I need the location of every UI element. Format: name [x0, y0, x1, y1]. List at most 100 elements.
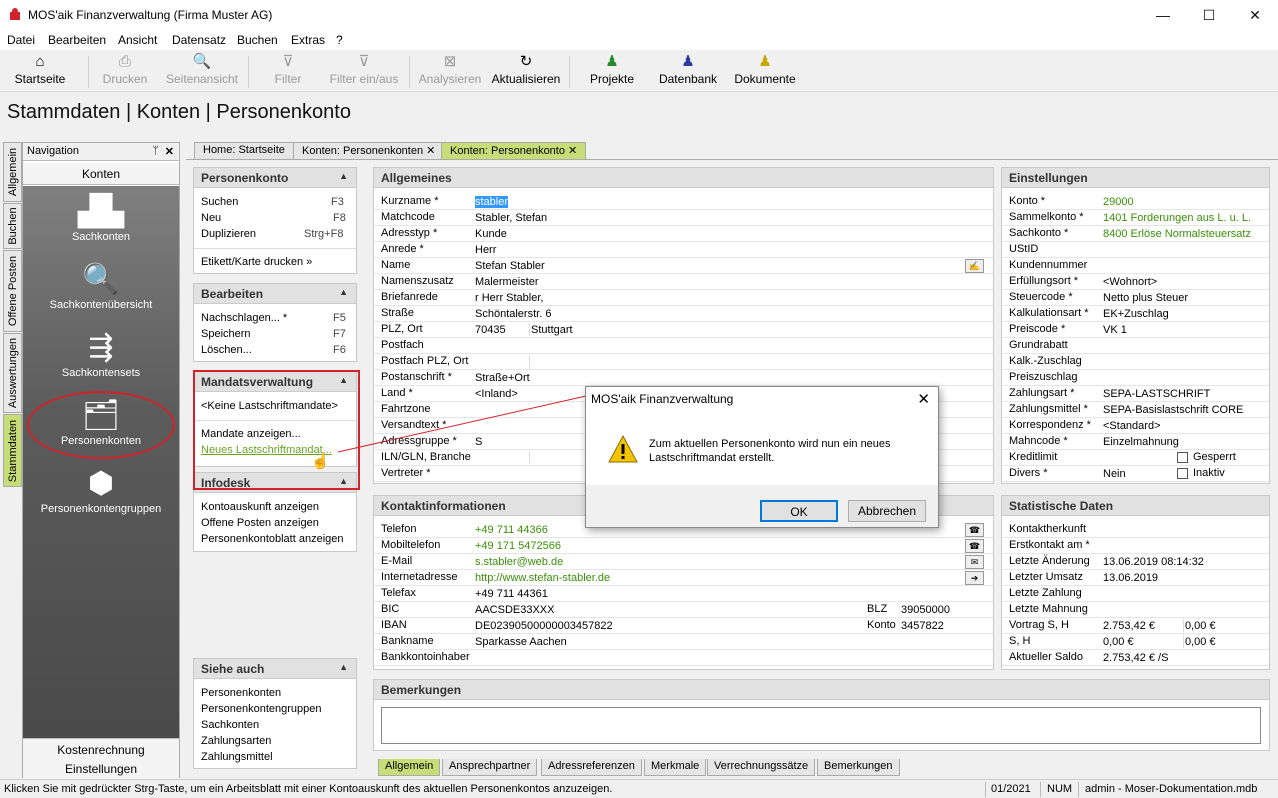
field-value[interactable]: Stuttgart [529, 322, 961, 337]
menu-ansicht[interactable]: Ansicht [118, 33, 157, 47]
field-value[interactable] [473, 450, 527, 465]
field-value[interactable] [529, 354, 961, 369]
field-value[interactable]: Sparkasse Aachen [473, 634, 963, 649]
minimize-button[interactable]: — [1140, 0, 1186, 30]
speichern-action[interactable]: Speichern F7 [201, 328, 346, 340]
nav-item-sachkonten[interactable]: ▟▙ Sachkonten [23, 193, 179, 243]
field-value[interactable] [1101, 450, 1173, 465]
nav-item-sachkontensets[interactable]: ⇶ Sachkontensets [23, 329, 179, 379]
field-value[interactable]: EK+Zuschlag [1101, 306, 1261, 321]
field-value[interactable]: Malermeister [473, 274, 963, 289]
field-value[interactable]: DE02390500000003457822 [473, 618, 861, 633]
nachschlagen-action[interactable]: Nachschlagen... * F5 [201, 312, 346, 324]
etikett-drucken-action[interactable]: Etikett/Karte drucken » [201, 256, 312, 268]
field-value[interactable]: Straße+Ort [473, 370, 963, 385]
field-action-button[interactable]: ➔ [965, 571, 984, 585]
menu-extras[interactable]: Extras [291, 33, 325, 47]
menu-bearbeiten[interactable]: Bearbeiten [48, 33, 106, 47]
duplizieren-action[interactable]: Duplizieren Strg+F8 [201, 228, 343, 240]
field-value[interactable]: 2.753,42 € /S [1101, 650, 1261, 665]
btab-ansprechpartner[interactable]: Ansprechpartner [442, 759, 538, 776]
menu-buchen[interactable]: Buchen [237, 33, 278, 47]
siehe-zahlungsarten-link[interactable]: Zahlungsarten [201, 735, 271, 747]
checkbox[interactable] [1177, 452, 1188, 463]
menu-datensatz[interactable]: Datensatz [172, 33, 226, 47]
close-icon[interactable]: ✕ [165, 145, 174, 158]
field-action-button[interactable]: ✉ [965, 555, 984, 569]
field-value[interactable]: 70435 [473, 322, 527, 337]
field-value[interactable]: +49 171 5472566 [473, 538, 963, 553]
field-value[interactable]: <Standard> [1101, 418, 1261, 433]
dialog-close-icon[interactable]: ✕ [917, 390, 930, 408]
nav-konten-button[interactable]: Konten [23, 163, 179, 185]
field-value[interactable]: Kunde [473, 226, 963, 241]
tab-home-startseite[interactable]: Home: Startseite [194, 142, 294, 159]
field-value[interactable]: Stefan Stabler [473, 258, 963, 273]
field-value[interactable]: 29000 [1101, 194, 1261, 209]
neu-action[interactable]: Neu F8 [201, 212, 346, 224]
field-value[interactable] [1101, 538, 1261, 553]
field-value[interactable]: 13.06.2019 [1101, 570, 1261, 585]
field-value[interactable] [1101, 586, 1261, 601]
vtab-allgemein[interactable]: Allgemein [3, 142, 22, 202]
field-value[interactable]: 13.06.2019 08:14:32 [1101, 554, 1261, 569]
menu-help[interactable]: ? [336, 33, 343, 47]
nav-item-personenkontengruppen[interactable]: ⬢ Personenkontengruppen [23, 465, 179, 515]
tab-personenkonten[interactable]: Konten: Personenkonten ✕ [293, 142, 445, 159]
field-value[interactable]: <Wohnort> [1101, 274, 1261, 289]
aktualisieren-button[interactable]: ↻ Aktualisieren [490, 52, 562, 90]
siehe-personenkontengruppen-link[interactable]: Personenkontengruppen [201, 703, 321, 715]
field-value[interactable]: 3457822 [899, 618, 963, 633]
startseite-button[interactable]: ⌂ Startseite [10, 52, 70, 90]
field-value[interactable]: Nein [1101, 466, 1173, 481]
field-value[interactable] [473, 650, 963, 665]
field-value[interactable]: +49 711 44361 [473, 586, 963, 601]
field-value[interactable]: 0,00 € [1101, 634, 1181, 649]
filter-button[interactable]: ⊽ Filter [268, 52, 308, 90]
nav-kostenrechnung-button[interactable]: Kostenrechnung [23, 738, 179, 760]
offene-posten-action[interactable]: Offene Posten anzeigen [201, 517, 319, 529]
field-action-button[interactable]: ☎ [965, 523, 984, 537]
field-value[interactable] [1101, 338, 1261, 353]
field-value[interactable]: Netto plus Steuer [1101, 290, 1261, 305]
field-value[interactable] [1101, 602, 1261, 617]
analysieren-button[interactable]: ⊠ Analysieren [417, 52, 483, 90]
btab-allgemein[interactable]: Allgemein [378, 759, 441, 776]
datenbank-button[interactable]: ♟ Datenbank [657, 52, 719, 90]
btab-bemerkungen[interactable]: Bemerkungen [817, 759, 900, 776]
seitenansicht-button[interactable]: 🔍 Seitenansicht [164, 52, 240, 90]
field-value[interactable] [1101, 242, 1261, 257]
tab-close-icon[interactable]: ✕ [426, 145, 435, 157]
field-value[interactable] [1101, 522, 1261, 537]
field-value[interactable]: http://www.stefan-stabler.de [473, 570, 963, 585]
field-value[interactable]: 8400 Erlöse Normalsteuersatz [1101, 226, 1261, 241]
field-value[interactable]: r Herr Stabler, [473, 290, 963, 305]
field-value[interactable] [1101, 258, 1261, 273]
field-value[interactable] [473, 338, 963, 353]
filter-toggle-button[interactable]: ⊽ Filter ein/aus [328, 52, 400, 90]
field-value[interactable]: SEPA-LASTSCHRIFT [1101, 386, 1261, 401]
field-value[interactable]: stabler [473, 194, 963, 209]
field-value[interactable]: Schöntalerstr. 6 [473, 306, 963, 321]
field-value[interactable]: 0,00 € [1183, 618, 1261, 633]
field-value[interactable]: 0,00 € [1183, 634, 1261, 649]
tab-close-icon[interactable]: ✕ [568, 145, 577, 157]
field-value[interactable]: 39050000 [899, 602, 963, 617]
kontoauskunft-action[interactable]: Kontoauskunft anzeigen [201, 501, 319, 513]
menu-datei[interactable]: Datei [7, 33, 35, 47]
loeschen-action[interactable]: Löschen... F6 [201, 344, 346, 356]
close-window-button[interactable]: ✕ [1232, 0, 1278, 30]
drucken-button[interactable]: ⎙ Drucken [98, 52, 152, 90]
field-value[interactable]: 2.753,42 € [1101, 618, 1181, 633]
personenkontoblatt-action[interactable]: Personenkontoblatt anzeigen [201, 533, 344, 545]
btab-verrechnungssaetze[interactable]: Verrechnungssätze [707, 759, 816, 776]
field-value[interactable]: Herr [473, 242, 963, 257]
vtab-stammdaten[interactable]: Stammdaten [3, 414, 22, 487]
vtab-offene-posten[interactable]: Offene Posten [3, 250, 22, 332]
abbrechen-button[interactable]: Abbrechen [848, 500, 926, 522]
siehe-sachkonten-link[interactable]: Sachkonten [201, 719, 259, 731]
siehe-personenkonten-link[interactable]: Personenkonten [201, 687, 281, 699]
field-value[interactable] [1101, 354, 1261, 369]
field-value[interactable] [1101, 370, 1261, 385]
siehe-zahlungsmittel-link[interactable]: Zahlungsmittel [201, 751, 273, 763]
